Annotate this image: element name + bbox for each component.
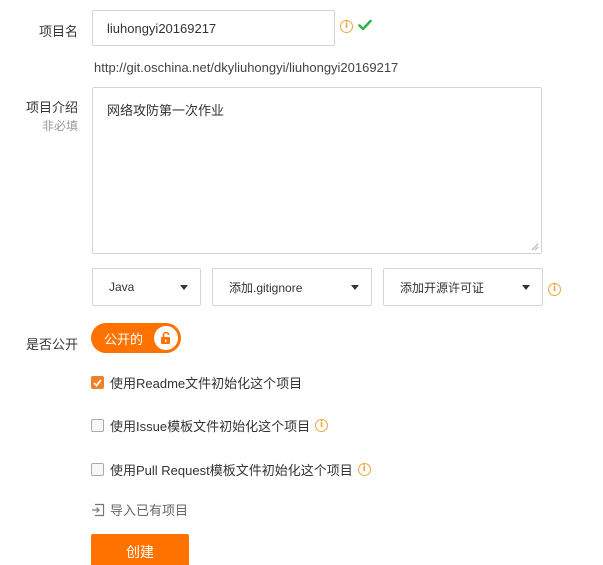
create-button[interactable]: 创建 [91, 534, 189, 565]
public-toggle[interactable]: 公开的 [91, 323, 181, 353]
issue-template-checkbox[interactable] [91, 419, 104, 432]
chevron-down-icon [180, 284, 188, 290]
public-toggle-label: 公开的 [104, 331, 144, 347]
gitignore-select[interactable]: 添加.gitignore [212, 268, 372, 306]
chevron-down-icon [351, 284, 359, 290]
issue-template-option-label: 使用Issue模板文件初始化这个项目 [110, 419, 311, 434]
project-intro-textarea[interactable]: 网络攻防第一次作业 [92, 87, 542, 254]
chevron-down-icon [522, 284, 530, 290]
project-intro-label: 项目介绍 [25, 100, 78, 115]
import-icon [92, 503, 105, 516]
readme-option-label: 使用Readme文件初始化这个项目 [110, 376, 303, 391]
readme-option[interactable]: 使用Readme文件初始化这个项目 [91, 373, 302, 392]
readme-checkbox[interactable] [91, 376, 104, 389]
check-icon [358, 19, 372, 31]
import-existing-label: 导入已有项目 [110, 503, 189, 518]
project-intro-optional-label: 非必填 [41, 119, 78, 133]
gitignore-select-value: 添加.gitignore [229, 280, 303, 295]
license-select-value: 添加开源许可证 [400, 280, 485, 295]
issue-template-option[interactable]: 使用Issue模板文件初始化这个项目 i [91, 416, 329, 435]
language-select[interactable]: Java [92, 268, 201, 306]
project-name-label: 项目名 [38, 24, 78, 39]
info-icon[interactable]: i [357, 463, 371, 476]
language-select-value: Java [109, 280, 135, 294]
resize-grip-icon[interactable] [530, 242, 539, 251]
info-icon[interactable]: i [340, 20, 353, 33]
import-existing-link[interactable]: 导入已有项目 [91, 500, 188, 519]
project-name-input[interactable] [92, 10, 335, 46]
license-select[interactable]: 添加开源许可证 [383, 268, 543, 306]
pr-template-option[interactable]: 使用Pull Request模板文件初始化这个项目 i [91, 460, 371, 479]
info-icon[interactable]: i [315, 419, 329, 432]
pr-template-checkbox[interactable] [91, 463, 104, 476]
info-icon[interactable]: i [548, 283, 561, 296]
pr-template-option-label: 使用Pull Request模板文件初始化这个项目 [110, 463, 353, 478]
project-url: http://git.oschina.net/dkyliuhongyi/liuh… [94, 60, 399, 75]
visibility-label: 是否公开 [25, 337, 78, 352]
unlock-icon [154, 326, 178, 350]
